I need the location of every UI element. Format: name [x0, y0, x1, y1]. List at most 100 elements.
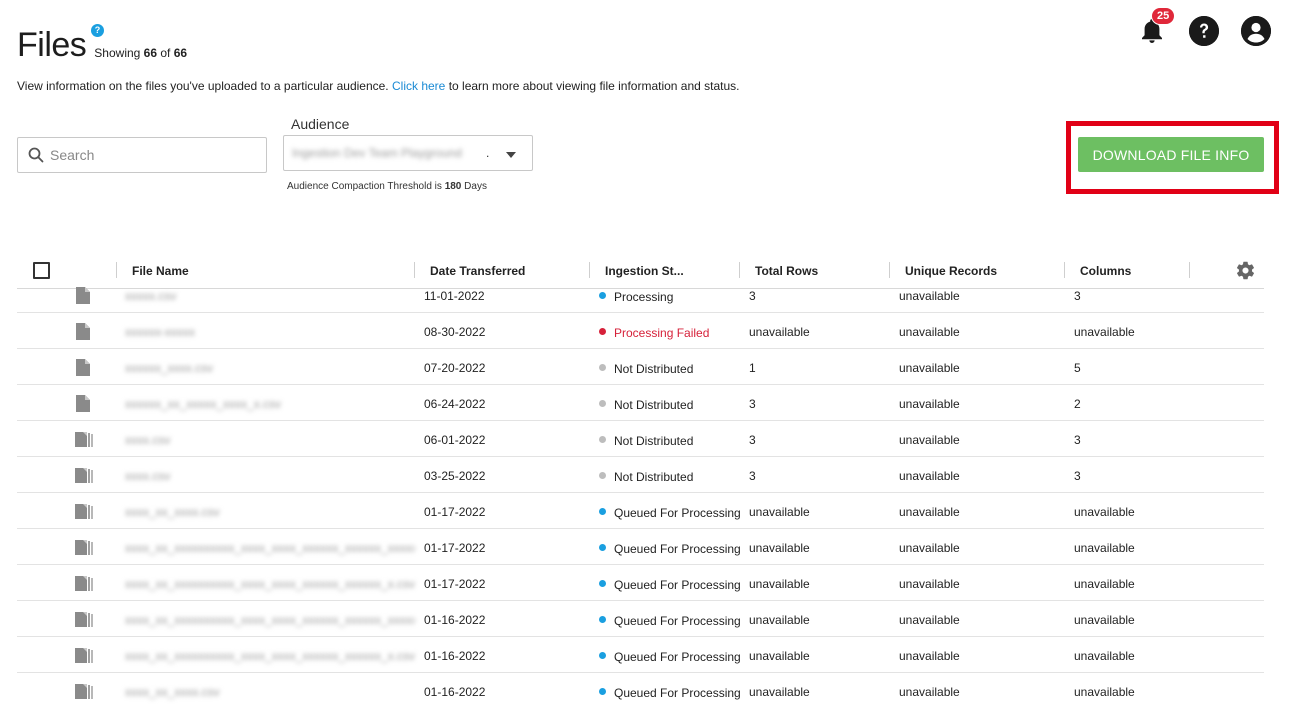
audience-select[interactable]: Ingestion Dev Team Playground . — [283, 135, 533, 171]
learn-more-link[interactable]: Click here — [392, 79, 445, 93]
column-header-ingestion-status[interactable]: Ingestion St... — [605, 264, 684, 278]
table-row[interactable]: xxxx.csv 03-25-2022 Not Distributed 3 unavai… — [17, 457, 1264, 493]
table-row[interactable]: xxxx.csv 06-01-2022 Not Distributed 3 unavai… — [17, 421, 1264, 457]
column-header-columns[interactable]: Columns — [1080, 264, 1131, 278]
date-transferred-cell: 01-16-2022 — [424, 649, 486, 663]
columns-cell: unavailable — [1074, 541, 1135, 555]
status-text: Processing — [614, 289, 674, 304]
table-row[interactable]: xxxx_xx_xxxx.csv 01-16-2022 Queued For Pro… — [17, 673, 1264, 707]
file-name-cell[interactable]: xxxx.csv — [125, 469, 415, 483]
column-divider[interactable] — [414, 262, 415, 278]
columns-cell: 2 — [1074, 397, 1081, 411]
column-divider[interactable] — [589, 262, 590, 278]
column-header-file-name[interactable]: File Name — [132, 264, 189, 278]
date-transferred-cell: 11-01-2022 — [424, 289, 485, 303]
table-row[interactable]: xxxxxx-xxxxx 08-30-2022 Processing Failed u… — [17, 313, 1264, 349]
table-row[interactable]: xxxx_xx_xxxx.csv 01-17-2022 Queued For Pro… — [17, 493, 1264, 529]
compaction-threshold: Audience Compaction Threshold is 180 Day… — [287, 181, 487, 192]
total-rows-cell: 3 — [749, 289, 756, 303]
columns-cell: 3 — [1074, 433, 1081, 447]
unique-records-cell: unavailable — [899, 505, 960, 519]
column-header-date-transferred[interactable]: Date Transferred — [430, 264, 525, 278]
ingestion-status-cell: Queued For Processing — [599, 649, 740, 664]
status-text: Queued For Processing — [614, 685, 740, 700]
file-name-cell[interactable]: xxxx_xx_xxxxxxxxxx_xxxx_xxxx_xxxxxx_xxxx… — [125, 541, 415, 555]
total-rows-cell: unavailable — [749, 577, 810, 591]
ingestion-status-cell: Not Distributed — [599, 469, 693, 484]
unique-records-cell: unavailable — [899, 289, 960, 303]
notification-count-badge: 25 — [1151, 7, 1176, 25]
ingestion-status-cell: Queued For Processing — [599, 505, 740, 520]
status-dot — [599, 544, 606, 552]
user-circle-icon[interactable] — [1241, 16, 1271, 46]
table-row[interactable]: xxxxx.csv 11-01-2022 Processing 3 unavailabl… — [17, 287, 1264, 313]
audience-label: Audience — [291, 116, 350, 132]
files-stack-icon — [75, 575, 95, 595]
column-header-total-rows[interactable]: Total Rows — [755, 264, 818, 278]
files-stack-icon — [75, 467, 95, 487]
date-transferred-cell: 01-16-2022 — [424, 685, 486, 699]
file-name-cell[interactable]: xxxxxx_xx_xxxxx_xxxx_x.csv — [125, 397, 415, 411]
status-text: Queued For Processing — [614, 505, 740, 520]
total-rows-cell: 3 — [749, 397, 756, 411]
date-transferred-cell: 01-17-2022 — [424, 541, 486, 555]
audience-ellipsis: . — [486, 146, 490, 160]
status-dot — [599, 328, 606, 336]
status-dot — [599, 652, 606, 660]
date-transferred-cell: 01-16-2022 — [424, 613, 486, 627]
ingestion-status-cell: Processing Failed — [599, 325, 709, 340]
unique-records-cell: unavailable — [899, 325, 960, 339]
date-transferred-cell: 06-24-2022 — [424, 397, 486, 411]
file-name-cell[interactable]: xxxxxx-xxxxx — [125, 325, 415, 339]
file-name-cell[interactable]: xxxx.csv — [125, 433, 415, 447]
files-table: File Name Date Transferred Ingestion St.… — [17, 253, 1264, 707]
file-name-cell[interactable]: xxxx_xx_xxxxxxxxxx_xxxx_xxxx_xxxxxx_xxxx… — [125, 613, 415, 627]
select-all-checkbox[interactable] — [33, 262, 50, 279]
table-row[interactable]: xxxx_xx_xxxxxxxxxx_xxxx_xxxx_xxxxxx_xxxx… — [17, 565, 1264, 601]
table-row[interactable]: xxxx_xx_xxxxxxxxxx_xxxx_xxxx_xxxxxx_xxxx… — [17, 601, 1264, 637]
chevron-down-icon[interactable] — [506, 152, 516, 158]
files-stack-icon — [75, 431, 95, 451]
column-divider[interactable] — [1064, 262, 1065, 278]
total-rows-cell: unavailable — [749, 685, 810, 699]
gear-icon[interactable] — [1235, 260, 1256, 281]
status-text: Queued For Processing — [614, 577, 740, 592]
column-divider[interactable] — [116, 262, 117, 278]
table-row[interactable]: xxxx_xx_xxxxxxxxxx_xxxx_xxxx_xxxxxx_xxxx… — [17, 637, 1264, 673]
file-name-cell[interactable]: xxxx_xx_xxxxxxxxxx_xxxx_xxxx_xxxxxx_xxxx… — [125, 577, 415, 591]
table-row[interactable]: xxxxxx_xx_xxxxx_xxxx_x.csv 06-24-2022 Not … — [17, 385, 1264, 421]
question-circle-icon[interactable] — [1189, 16, 1219, 46]
files-stack-icon — [75, 611, 95, 631]
files-stack-icon — [75, 503, 95, 523]
status-text: Not Distributed — [614, 469, 694, 484]
files-stack-icon — [75, 539, 95, 559]
status-text: Processing Failed — [614, 325, 710, 340]
download-file-info-button[interactable]: DOWNLOAD FILE INFO — [1078, 137, 1264, 172]
search-box[interactable] — [17, 137, 267, 173]
file-name-cell[interactable]: xxxx_xx_xxxxxxxxxx_xxxx_xxxx_xxxxxx_xxxx… — [125, 649, 415, 663]
bell-icon[interactable]: 25 — [1137, 7, 1176, 46]
file-icon — [75, 359, 91, 379]
file-name-cell[interactable]: xxxxxx_xxxx.csv — [125, 361, 415, 375]
status-dot — [599, 508, 606, 516]
file-name-cell[interactable]: xxxx_xx_xxxx.csv — [125, 685, 415, 699]
search-input[interactable] — [50, 147, 250, 163]
column-divider[interactable] — [889, 262, 890, 278]
unique-records-cell: unavailable — [899, 685, 960, 699]
file-icon — [75, 287, 91, 307]
column-header-unique-records[interactable]: Unique Records — [905, 264, 997, 278]
column-divider[interactable] — [739, 262, 740, 278]
table-row[interactable]: xxxxxx_xxxx.csv 07-20-2022 Not Distributed… — [17, 349, 1264, 385]
unique-records-cell: unavailable — [899, 397, 960, 411]
column-divider[interactable] — [1189, 262, 1190, 278]
ingestion-status-cell: Not Distributed — [599, 433, 693, 448]
columns-cell: unavailable — [1074, 325, 1135, 339]
file-name-cell[interactable]: xxxxx.csv — [125, 289, 415, 303]
file-name-cell[interactable]: xxxx_xx_xxxx.csv — [125, 505, 415, 519]
columns-cell: 3 — [1074, 289, 1081, 303]
columns-cell: unavailable — [1074, 613, 1135, 627]
table-row[interactable]: xxxx_xx_xxxxxxxxxx_xxxx_xxxx_xxxxxx_xxxx… — [17, 529, 1264, 565]
title-help-icon[interactable]: ? — [91, 24, 104, 37]
status-dot — [599, 472, 606, 480]
unique-records-cell: unavailable — [899, 541, 960, 555]
